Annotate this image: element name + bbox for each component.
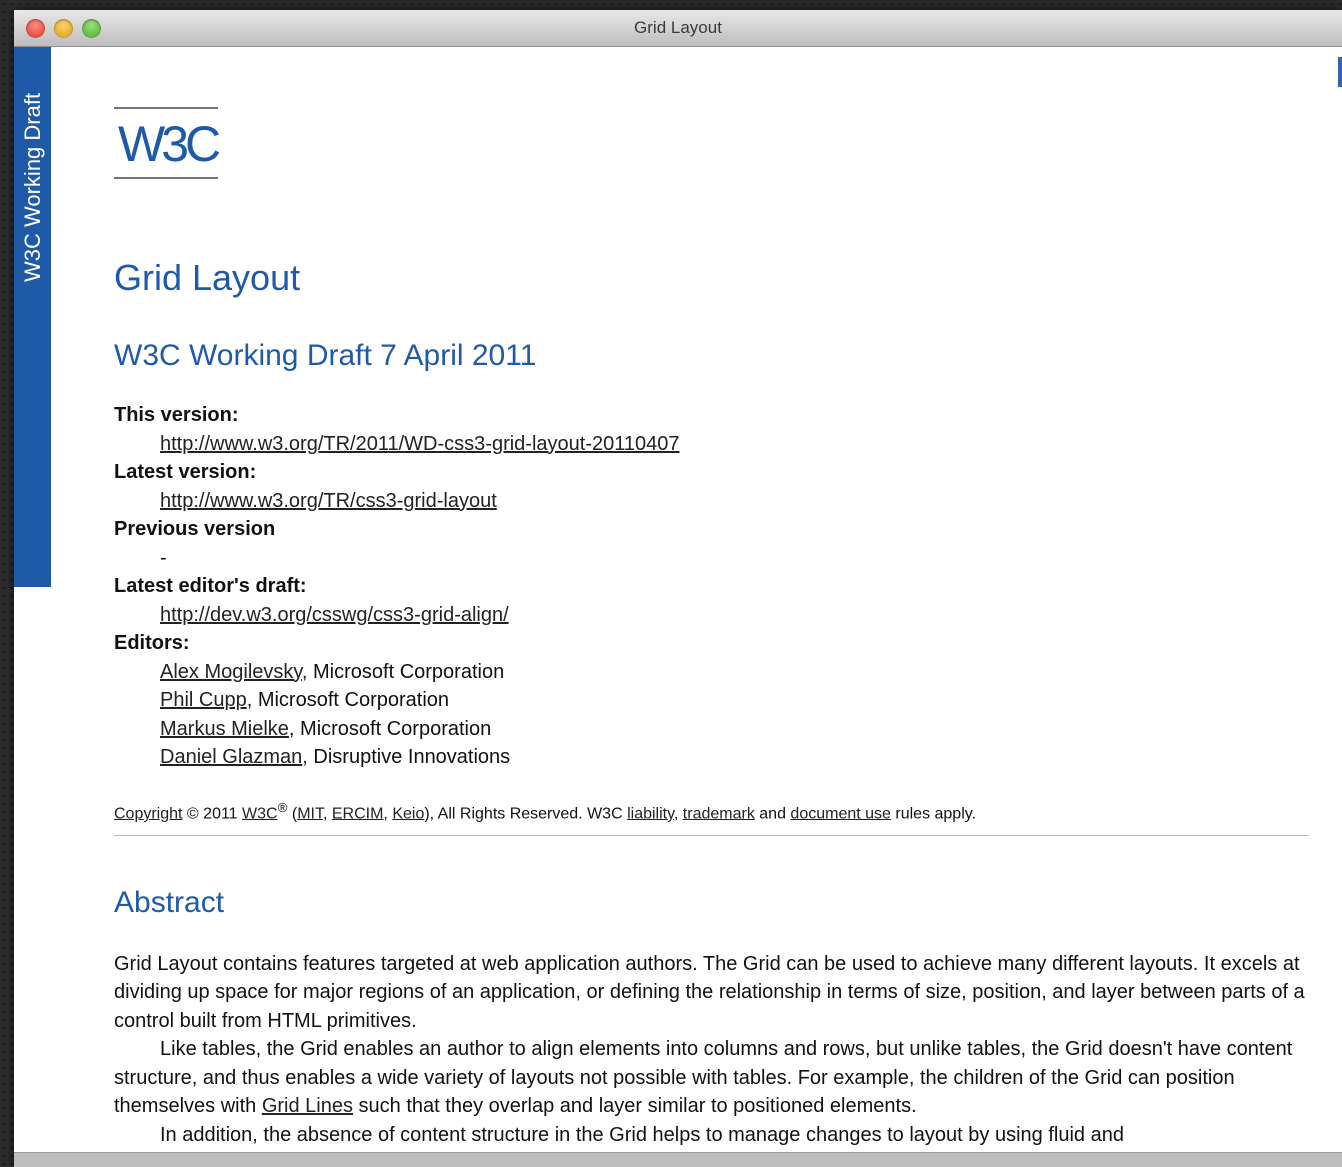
- copyright-text: rules apply.: [890, 804, 977, 822]
- copyright-text: © 2011: [182, 804, 243, 822]
- editor-org: , Microsoft Corporation: [246, 689, 450, 711]
- editors-label: Editors:: [114, 632, 190, 654]
- window-title: Grid Layout: [634, 18, 722, 37]
- document-content: Grid Layout W3C Working Draft 7 April 20…: [114, 257, 1309, 1149]
- browser-window: Grid Layout W3C Working Draft W3C Grid L…: [14, 10, 1342, 1167]
- document-page[interactable]: W3C Working Draft W3C Grid Layout W3C Wo…: [14, 47, 1342, 1153]
- editor-org: , Disruptive Innovations: [302, 746, 511, 768]
- this-version-link[interactable]: http://www.w3.org/TR/2011/WD-css3-grid-l…: [160, 433, 679, 455]
- editor-item: Phil Cupp, Microsoft Corporation: [160, 686, 1309, 715]
- abstract-paragraph-1: Grid Layout contains features targeted a…: [114, 952, 1305, 1032]
- scrollbar-thumb[interactable]: [1338, 57, 1342, 87]
- abstract-paragraph-2: Like tables, the Grid enables an author …: [114, 1035, 1309, 1121]
- ercim-link[interactable]: ERCIM: [332, 805, 384, 822]
- editor-link[interactable]: Markus Mielke: [160, 718, 289, 740]
- document-title: Grid Layout: [114, 257, 301, 298]
- latest-version-label: Latest version:: [114, 461, 257, 483]
- editor-org: , Microsoft Corporation: [288, 717, 492, 740]
- status-banner: W3C Working Draft: [14, 47, 51, 587]
- editor-item: Alex Mogilevsky, Microsoft Corporation: [160, 658, 1309, 687]
- document-metadata: This version: http://www.w3.org/TR/2011/…: [114, 401, 1309, 772]
- editor-item: Daniel Glazman, Disruptive Innovations: [160, 743, 1309, 772]
- status-banner-text: W3C Working Draft: [20, 92, 45, 282]
- registered-mark: ®: [277, 799, 288, 815]
- previous-version-value: -: [160, 546, 167, 569]
- abstract-paragraph-3: In addition, the absence of content stru…: [160, 1123, 1124, 1146]
- document-subtitle: W3C Working Draft 7 April 2011: [114, 339, 537, 372]
- copyright-text: and: [754, 804, 791, 822]
- copyright-text: ), All Rights Reserved. W3C: [424, 804, 628, 822]
- w3c-link[interactable]: W3C: [242, 805, 278, 822]
- w3c-logo-text: W3C: [118, 116, 221, 172]
- editor-org: , Microsoft Corporation: [301, 660, 505, 683]
- copyright-link[interactable]: Copyright: [114, 805, 182, 822]
- editors-draft-label: Latest editor's draft:: [114, 575, 307, 597]
- copyright-text: ,: [322, 804, 332, 822]
- abstract-heading: Abstract: [114, 885, 225, 919]
- editor-link[interactable]: Daniel Glazman: [160, 746, 302, 768]
- editor-link[interactable]: Alex Mogilevsky: [160, 661, 302, 683]
- trademark-link[interactable]: trademark: [683, 805, 755, 822]
- editor-link[interactable]: Phil Cupp: [160, 689, 247, 711]
- liability-link[interactable]: liability: [627, 805, 674, 822]
- editors-draft-link[interactable]: http://dev.w3.org/csswg/css3-grid-align/: [160, 604, 509, 626]
- copyright-text: (: [287, 804, 298, 822]
- window-bottom-bar: [14, 1152, 1342, 1167]
- copyright-text: ,: [383, 804, 393, 822]
- w3c-logo[interactable]: W3C: [114, 107, 221, 179]
- this-version-label: This version:: [114, 404, 239, 426]
- previous-version-label: Previous version: [114, 518, 276, 540]
- mit-link[interactable]: MIT: [297, 805, 323, 822]
- latest-version-link[interactable]: http://www.w3.org/TR/css3-grid-layout: [160, 490, 497, 512]
- title-bar: Grid Layout: [14, 10, 1342, 47]
- editor-item: Markus Mielke, Microsoft Corporation: [160, 715, 1309, 744]
- copyright-notice: Copyright © 2011 W3C® (MIT, ERCIM, Keio)…: [114, 800, 1309, 836]
- abstract-text: such that they overlap and layer similar…: [353, 1095, 917, 1118]
- grid-lines-link[interactable]: Grid Lines: [262, 1095, 353, 1117]
- keio-link[interactable]: Keio: [392, 805, 424, 822]
- copyright-text: ,: [673, 804, 683, 822]
- document-use-link[interactable]: document use: [790, 805, 891, 822]
